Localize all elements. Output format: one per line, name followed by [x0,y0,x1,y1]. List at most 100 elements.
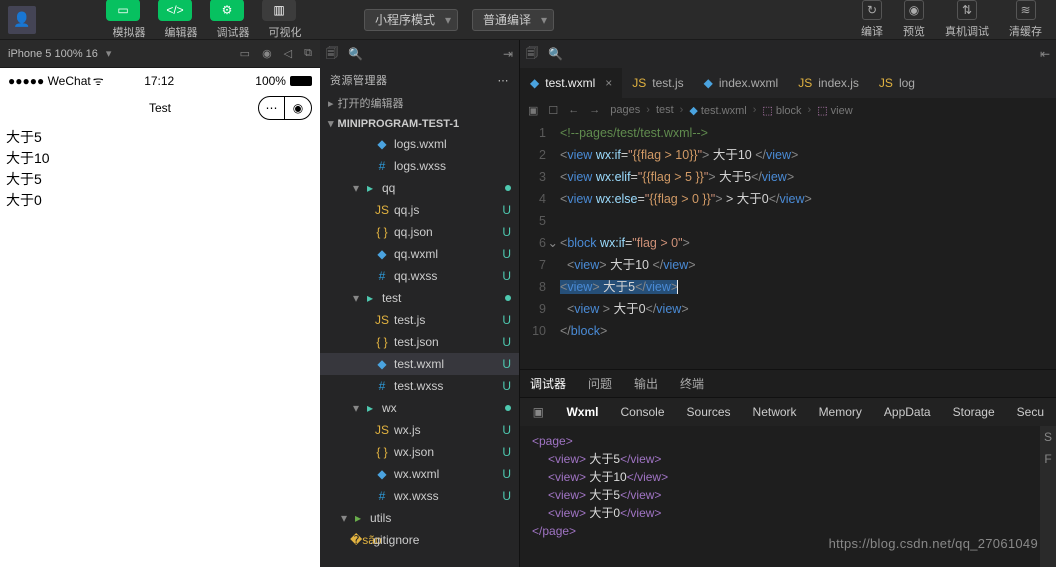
file-wx-json[interactable]: { }wx.jsonU [320,441,519,463]
tab-log[interactable]: JSlog [869,68,925,98]
file-test-json[interactable]: { }test.jsonU [320,331,519,353]
file-label: wx.js [394,423,421,437]
code-line[interactable]: 4<view wx:else="{{flag > 0 }}"> > 大于0</v… [524,188,1056,210]
wxml-node[interactable]: <view> 大于5</view> [532,450,1028,468]
preview-button-label: 预览 [903,23,925,39]
file-qq-json[interactable]: { }qq.jsonU [320,221,519,243]
js-icon: JS [798,76,812,90]
code-line[interactable]: 7 <view> 大于10 </view> [524,254,1056,276]
select-element-icon[interactable]: ▣ [528,104,538,117]
bookmark-icon[interactable]: ☐ [548,104,558,117]
signal-label: ●●●●● WeChatᯤ [8,72,104,89]
file-test-wxml[interactable]: ◆test.wxmlU [320,353,519,375]
file-wx-js[interactable]: JSwx.jsU [320,419,519,441]
editor-button[interactable]: </> [158,0,192,21]
clear-cache-button[interactable]: ≋ [1016,0,1036,20]
editor-search-icon[interactable]: 🔍 [548,47,563,61]
devtool-tab-secu[interactable]: Secu [1017,405,1044,419]
close-icon[interactable]: × [605,76,612,90]
editor-flyout-icon[interactable]: ⇤ [1040,47,1050,61]
file-gitignore[interactable]: �são.gitignore [320,529,519,551]
breadcrumb-item[interactable]: pages [610,104,640,116]
code-line[interactable]: 1<!--pages/test/test.wxml--> [524,122,1056,144]
inspect-element-icon[interactable]: ▣ [532,405,544,419]
folder-test[interactable]: ▸test [320,287,519,309]
open-editors-section[interactable]: 打开的编辑器 [320,92,519,114]
devtool-tab-network[interactable]: Network [753,405,797,419]
breadcrumb-item[interactable]: test [656,104,674,116]
project-root[interactable]: MINIPROGRAM-TEST-1 [320,114,519,133]
visualize-button[interactable]: ▥ [262,0,296,21]
capsule-close-icon[interactable]: ◉ [285,97,311,119]
capsule-menu-icon[interactable]: ⋯ [259,97,285,119]
debugger-button-label: 调试器 [217,24,250,40]
sim-phone-icon[interactable]: ▭ [240,47,250,60]
compile-select[interactable]: 普通编译 [472,9,554,31]
tab-test-wxml[interactable]: ◆test.wxml× [520,68,622,98]
file-wx-wxml[interactable]: ◆wx.wxmlU [320,463,519,485]
compile-button[interactable]: ↻ [862,0,882,20]
explorer-more-icon[interactable]: ⋯ [498,74,510,87]
user-avatar[interactable]: 👤 [8,6,36,34]
files-icon[interactable]: 🗐 [326,44,338,65]
mode-select[interactable]: 小程序模式 [364,9,458,31]
sim-mute-icon[interactable]: ◁ [284,47,292,60]
folder-utils[interactable]: ▸utils [320,507,519,529]
folder-qq[interactable]: ▸qq [320,177,519,199]
wxml-icon: ◆ [374,137,390,151]
devtool-tab-memory[interactable]: Memory [819,405,862,419]
devtool-tab-sources[interactable]: Sources [687,405,731,419]
code-line[interactable]: 8<view> 大于5</view> [524,276,1056,298]
nav-fwd-icon[interactable]: → [589,104,600,116]
breadcrumb-item[interactable]: ⬚ view [817,104,852,117]
breadcrumb-item[interactable]: ◆ test.wxml [689,104,746,117]
devtool-tab-storage[interactable]: Storage [953,405,995,419]
panel-tab-问题[interactable]: 问题 [588,375,612,392]
sim-split-icon[interactable]: ⧉ [304,47,312,60]
wxml-node[interactable]: <view> 大于0</view> [532,504,1028,522]
file-wx-wxss[interactable]: #wx.wxssU [320,485,519,507]
breadcrumb[interactable]: pages›test›◆ test.wxml›⬚ block›⬚ view [610,104,852,117]
wxml-node[interactable]: <view> 大于10</view> [532,468,1028,486]
side-tab-S[interactable]: S [1040,426,1056,448]
devtool-tab-appdata[interactable]: AppData [884,405,931,419]
code-line[interactable]: ⌄6<block wx:if="flag > 0"> [524,232,1056,254]
remote-debug-button[interactable]: ⇅ [957,0,977,20]
wxml-node[interactable]: <page> [532,432,1028,450]
devtool-tab-wxml[interactable]: Wxml [566,405,598,419]
simulator-button[interactable]: ▭ [106,0,140,21]
breadcrumb-item[interactable]: ⬚ block [762,104,801,117]
code-line[interactable]: 9 <view > 大于0</view> [524,298,1056,320]
code-line[interactable]: 2<view wx:if="{{flag > 10}}"> 大于10 </vie… [524,144,1056,166]
wxml-node[interactable]: <view> 大于5</view> [532,486,1028,504]
code-line[interactable]: 10</block> [524,320,1056,342]
file-test-js[interactable]: JStest.jsU [320,309,519,331]
debugger-button[interactable]: ⚙ [210,0,244,21]
file-test-wxss[interactable]: #test.wxssU [320,375,519,397]
explorer-flyout-icon[interactable]: ⇥ [503,47,513,61]
panel-tab-终端[interactable]: 终端 [680,375,704,392]
nav-back-icon[interactable]: ← [568,104,579,116]
search-icon[interactable]: 🔍 [348,47,363,61]
folder-icon: ▸ [362,291,378,305]
preview-button[interactable]: ◉ [904,0,924,20]
tab-index-wxml[interactable]: ◆index.wxml [694,68,789,98]
file-qq-wxml[interactable]: ◆qq.wxmlU [320,243,519,265]
file-qq-js[interactable]: JSqq.jsU [320,199,519,221]
side-tab-F[interactable]: F [1040,448,1056,470]
folder-wx[interactable]: ▸wx [320,397,519,419]
devtool-tab-console[interactable]: Console [620,405,664,419]
panel-tab-调试器[interactable]: 调试器 [530,375,566,392]
sim-record-icon[interactable]: ◉ [262,47,272,60]
code-line[interactable]: 3<view wx:elif="{{flag > 5 }}"> 大于5</vie… [524,166,1056,188]
tab-index-js[interactable]: JSindex.js [788,68,869,98]
code-line[interactable]: 5 [524,210,1056,232]
tab-test-js[interactable]: JStest.js [622,68,693,98]
editor-files-icon[interactable]: 🗐 [526,44,538,65]
file-qq-wxss[interactable]: #qq.wxssU [320,265,519,287]
panel-tab-输出[interactable]: 输出 [634,375,658,392]
file-logs-wxml[interactable]: ◆logs.wxml [320,133,519,155]
file-logs-wxss[interactable]: #logs.wxss [320,155,519,177]
device-select[interactable]: iPhone 5 100% 16▾ [8,47,111,60]
code-area[interactable]: 1<!--pages/test/test.wxml-->2<view wx:if… [520,122,1056,369]
